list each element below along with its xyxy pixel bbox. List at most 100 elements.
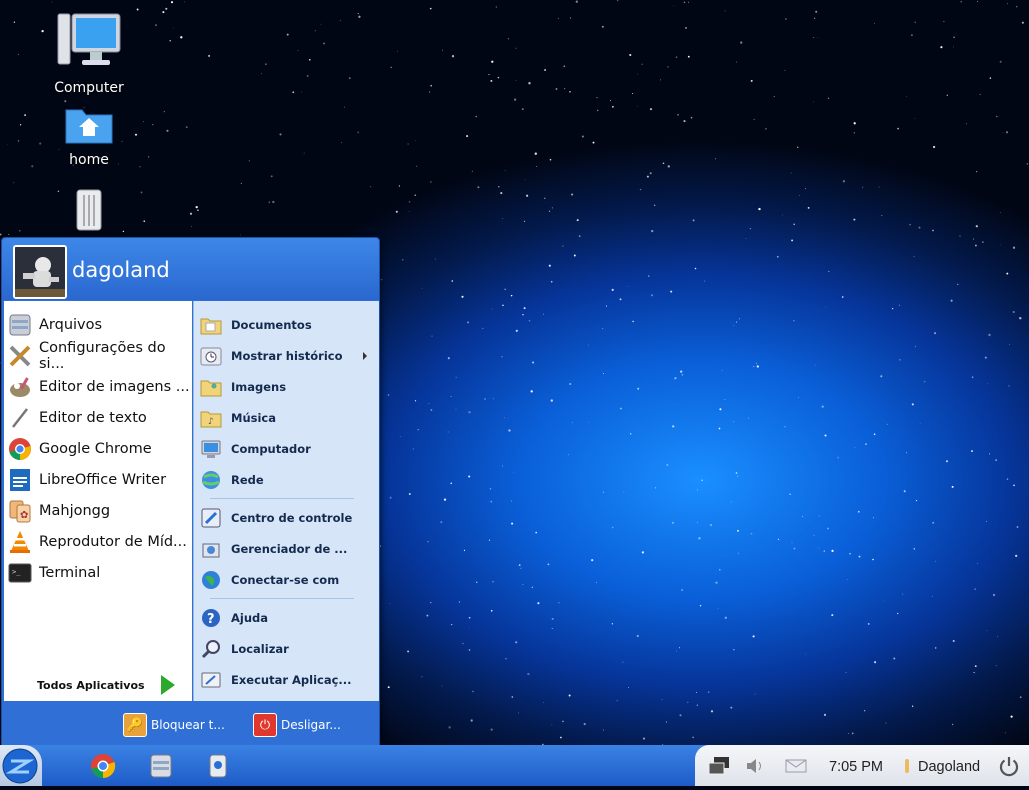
star <box>813 17 816 20</box>
mail-icon[interactable] <box>785 759 807 773</box>
star <box>971 376 974 378</box>
place-conectar[interactable]: Conectar-se com <box>200 566 375 594</box>
star <box>550 399 553 402</box>
star <box>537 602 540 605</box>
star <box>24 114 27 117</box>
star <box>873 517 874 519</box>
star <box>986 520 987 522</box>
volume-icon[interactable] <box>745 757 765 775</box>
star <box>719 569 721 571</box>
app-item-configuracoes[interactable]: Configurações do si... <box>4 340 192 372</box>
app-item-terminal[interactable]: >_ Terminal <box>4 559 192 587</box>
star <box>827 97 830 99</box>
place-label: Ajuda <box>231 611 269 625</box>
app-item-editor-texto[interactable]: Editor de texto <box>4 404 192 432</box>
place-executar[interactable]: Executar Aplicaç... <box>200 666 375 694</box>
place-computador[interactable]: Computador <box>200 435 375 463</box>
place-label: Música <box>231 411 276 425</box>
place-gerenciador[interactable]: Gerenciador de ... <box>200 535 375 563</box>
place-rede[interactable]: Rede <box>200 466 375 494</box>
star <box>802 515 804 517</box>
star <box>672 425 675 428</box>
star <box>750 79 753 82</box>
star <box>952 640 955 642</box>
star <box>632 320 634 323</box>
place-localizar[interactable]: Localizar <box>200 635 375 663</box>
star <box>923 380 926 383</box>
star <box>886 423 888 425</box>
history-icon <box>200 347 222 366</box>
star <box>698 537 701 540</box>
star <box>1007 3 1008 5</box>
desktop-icon-computer[interactable]: Computer <box>39 12 139 96</box>
desktop-icon-home[interactable]: home <box>39 102 139 168</box>
star <box>527 672 530 676</box>
star <box>911 705 914 707</box>
star <box>798 397 800 399</box>
place-ajuda[interactable]: ? Ajuda <box>200 604 375 632</box>
star <box>535 531 537 534</box>
app-item-google-chrome[interactable]: Google Chrome <box>4 435 192 463</box>
star <box>428 403 430 405</box>
star <box>447 357 450 360</box>
app-item-mahjongg[interactable]: ✿ Mahjongg <box>4 497 192 525</box>
place-centro-controle[interactable]: Centro de controle <box>200 504 375 532</box>
star <box>461 295 464 298</box>
place-mostrar-historico[interactable]: Mostrar histórico <box>200 342 375 370</box>
star <box>343 106 345 108</box>
star <box>1009 343 1010 345</box>
star <box>662 162 665 165</box>
star <box>975 225 978 228</box>
play-arrow-icon[interactable] <box>161 675 175 695</box>
star <box>183 1 185 3</box>
star <box>984 356 987 359</box>
place-imagens[interactable]: Imagens <box>200 373 375 401</box>
lock-screen-button[interactable]: 🔑 Bloquear t... <box>123 713 225 737</box>
screenshot-app-icon[interactable] <box>204 752 232 780</box>
star <box>637 105 638 107</box>
star <box>960 1 962 3</box>
star <box>988 453 991 455</box>
star <box>536 166 537 167</box>
star <box>685 26 687 29</box>
desktop-icon-label: home <box>69 152 109 168</box>
star <box>501 356 503 358</box>
star <box>636 634 639 638</box>
chrome-icon[interactable] <box>89 752 117 780</box>
app-item-arquivos[interactable]: Arquivos <box>4 311 192 339</box>
star <box>881 215 883 217</box>
power-icon[interactable] <box>998 755 1020 777</box>
star <box>575 0 578 3</box>
star <box>189 212 193 215</box>
star <box>472 690 474 693</box>
star <box>630 433 632 435</box>
avatar[interactable] <box>13 245 67 299</box>
clock[interactable]: 7:05 PM <box>829 759 883 775</box>
app-item-reprodutor-midia[interactable]: Reprodutor de Míd... <box>4 528 192 556</box>
taskbar: 7:05 PM Dagoland <box>0 745 1029 786</box>
star <box>793 320 795 322</box>
star <box>572 422 574 423</box>
star <box>588 344 589 346</box>
star <box>899 304 901 306</box>
star <box>946 94 948 96</box>
start-menu-button[interactable] <box>0 745 42 786</box>
star <box>140 191 143 194</box>
star <box>498 186 500 188</box>
star <box>914 21 916 23</box>
star <box>733 324 735 326</box>
session-user-name[interactable]: Dagoland <box>918 759 980 775</box>
star <box>543 197 546 200</box>
star <box>971 450 973 453</box>
home-folder-icon <box>65 109 113 144</box>
all-applications-button[interactable]: Todos Aplicativos <box>37 679 145 692</box>
shutdown-button[interactable]: ⏻ Desligar... <box>253 713 341 737</box>
app-item-libreoffice-writer[interactable]: LibreOffice Writer <box>4 466 192 494</box>
workspace-switcher-icon[interactable] <box>708 756 730 776</box>
place-documentos[interactable]: Documentos <box>200 311 375 339</box>
file-manager-icon[interactable] <box>147 752 175 780</box>
app-item-editor-imagens[interactable]: Editor de imagens ... <box>4 373 192 401</box>
place-musica[interactable]: ♪ Música <box>200 404 375 432</box>
desktop-icon-trash[interactable] <box>39 186 139 238</box>
star <box>735 61 737 63</box>
